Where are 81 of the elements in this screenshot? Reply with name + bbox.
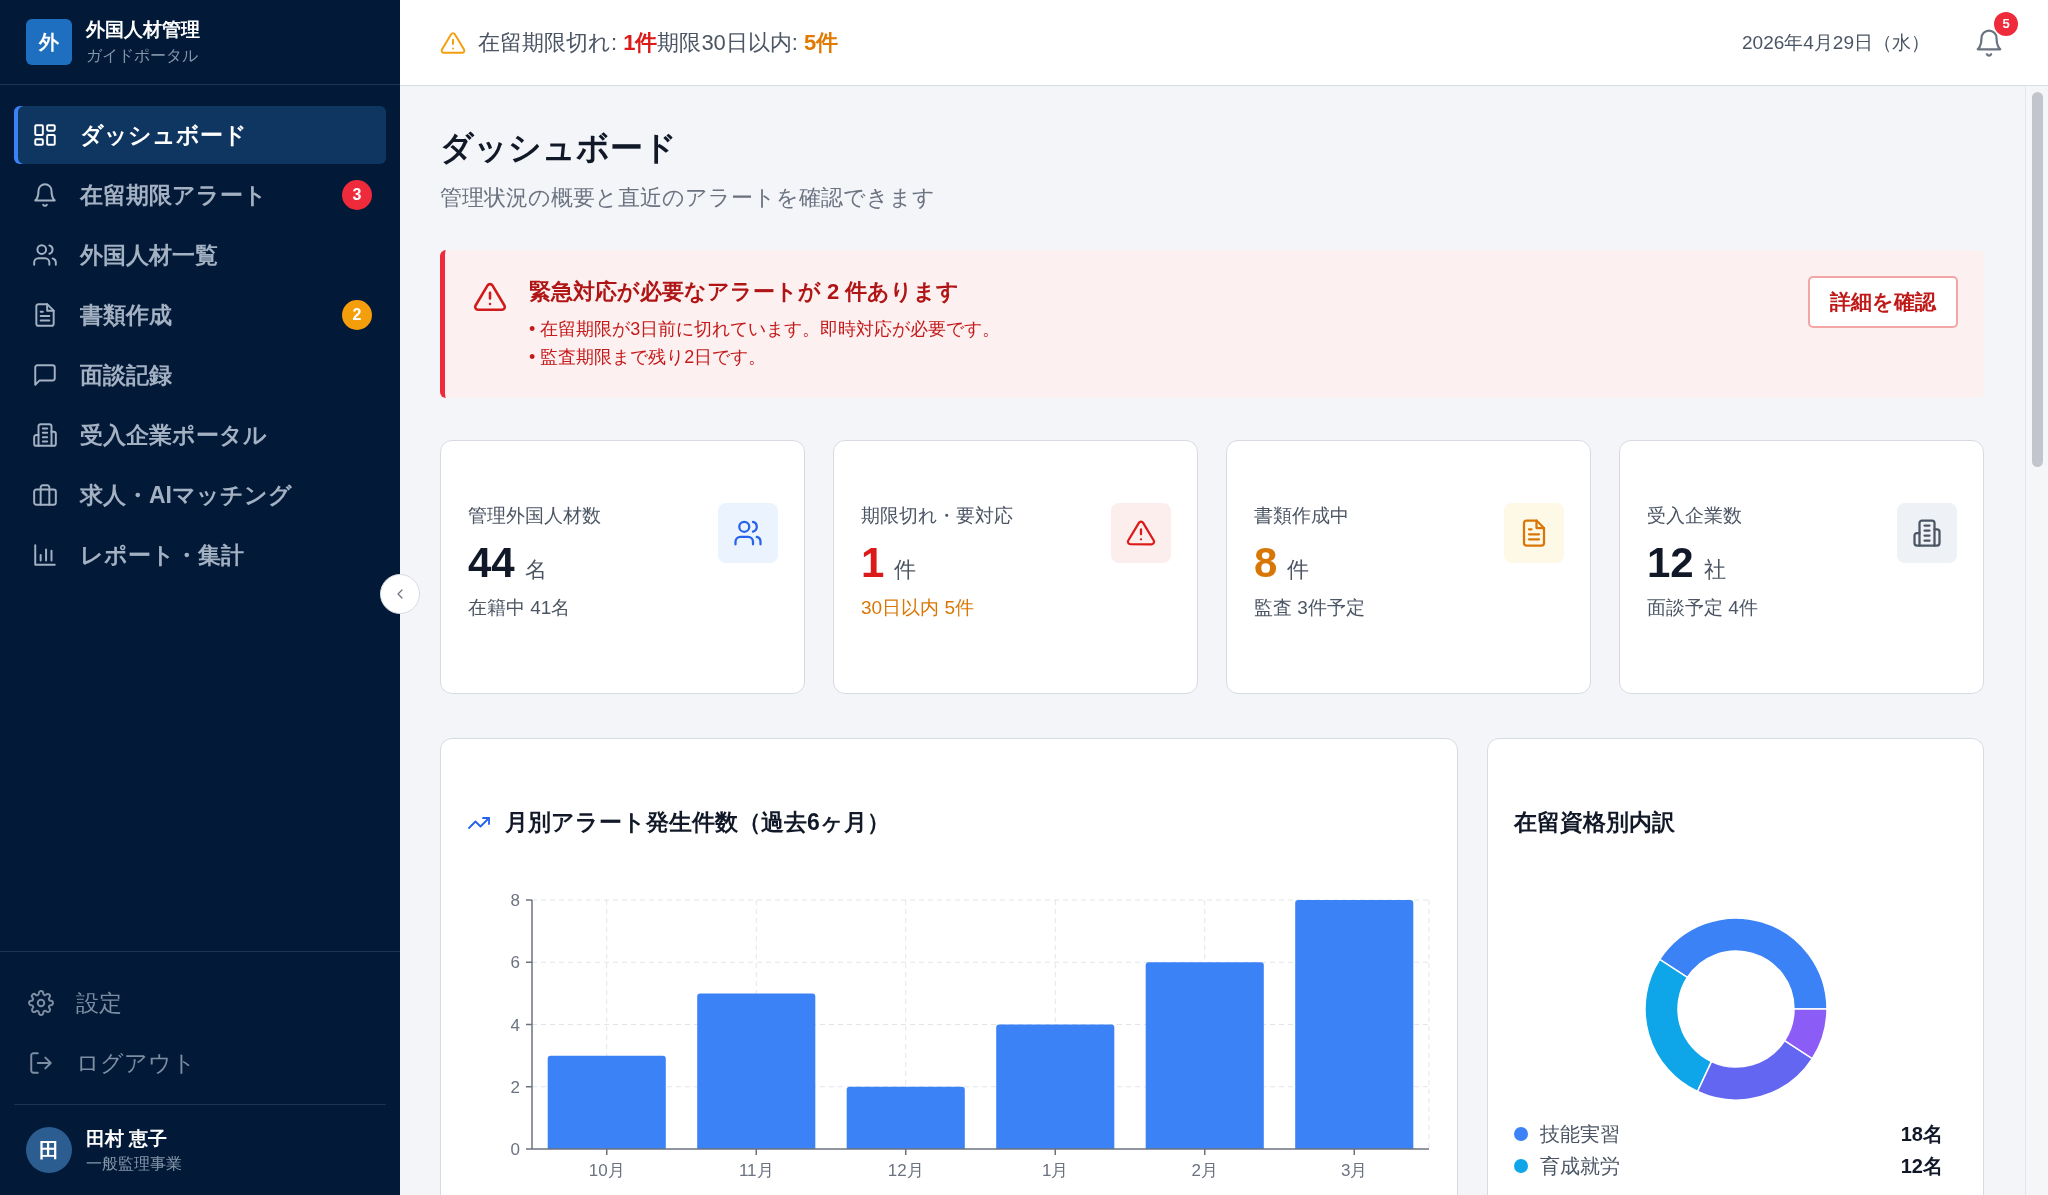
stat-unit: 社 bbox=[1703, 556, 1726, 584]
details-button[interactable]: 詳細を確認 bbox=[1808, 276, 1958, 328]
stat-value: 1 bbox=[861, 539, 885, 587]
nav-item[interactable]: 受入企業ポータル bbox=[14, 406, 386, 464]
axis-label: 12月 bbox=[887, 1161, 924, 1180]
stat-label: 受入企業数 bbox=[1647, 504, 1743, 528]
axis-label: 11月 bbox=[738, 1161, 774, 1180]
stat-label: 期限切れ・要対応 bbox=[861, 504, 1013, 528]
bell-icon bbox=[32, 182, 58, 208]
nav-item[interactable]: 求人・AIマッチング bbox=[14, 466, 386, 524]
status-label: 在留期限切れ: bbox=[478, 28, 618, 57]
nav-item[interactable]: 書類作成 2 bbox=[14, 286, 386, 344]
stat-note: 監査 3件予定 bbox=[1254, 596, 1365, 620]
warning-icon bbox=[1126, 518, 1156, 548]
axis-label: 1月 bbox=[1042, 1161, 1069, 1180]
notification-badge: 5 bbox=[1994, 11, 2018, 36]
stat-unit: 名 bbox=[524, 556, 547, 584]
briefcase-icon bbox=[32, 482, 58, 508]
status-count: 5件 bbox=[803, 28, 839, 57]
user-name: 田村 恵子 bbox=[86, 1126, 169, 1151]
page-title: ダッシュボード bbox=[440, 128, 678, 168]
legend-label: 技能実習 bbox=[1540, 1121, 1621, 1147]
stat-label: 管理外国人材数 bbox=[468, 504, 601, 528]
axis-label: 0 bbox=[510, 1140, 520, 1159]
nav-item[interactable]: 外国人材一覧 bbox=[14, 226, 386, 284]
page-subtitle: 管理状況の概要と直近のアラートを確認できます bbox=[440, 184, 936, 212]
building-icon bbox=[1912, 518, 1942, 548]
user-role: 一般監理事業 bbox=[86, 1153, 182, 1174]
menu-item[interactable]: ログアウト bbox=[14, 1034, 386, 1092]
axis-label: 2 bbox=[510, 1077, 520, 1097]
settings-icon bbox=[28, 990, 54, 1016]
stat-note: 在籍中 41名 bbox=[468, 596, 572, 620]
nav-item[interactable]: 在留期限アラート 3 bbox=[14, 166, 386, 224]
alert-message: • 在留期限が3日前に切れています。即時対応が必要です。 bbox=[529, 318, 1002, 341]
alert-message: • 監査期限まで残り2日です。 bbox=[529, 346, 768, 369]
logout-icon bbox=[28, 1050, 54, 1076]
axis-label: 2月 bbox=[1191, 1161, 1218, 1180]
nav-item[interactable]: 面談記録 bbox=[14, 346, 386, 404]
app-subtitle: ガイドポータル bbox=[86, 46, 199, 66]
chart-title: 月別アラート発生件数（過去6ヶ月） bbox=[505, 808, 890, 837]
legend-value: 18名 bbox=[1900, 1121, 1943, 1147]
document-icon bbox=[32, 302, 58, 328]
nav-item[interactable]: レポート・集計 bbox=[14, 526, 386, 584]
stat-value: 44 bbox=[468, 539, 515, 587]
axis-label: 10月 bbox=[588, 1161, 625, 1180]
stat-unit: 件 bbox=[1287, 556, 1310, 584]
stat-note: 30日以内 5件 bbox=[861, 596, 975, 620]
building-icon bbox=[32, 422, 58, 448]
bar-chart-icon bbox=[32, 542, 58, 568]
stat-value: 8 bbox=[1254, 539, 1278, 587]
axis-label: 3月 bbox=[1341, 1161, 1368, 1180]
avatar: 田 bbox=[26, 1127, 72, 1173]
users-icon bbox=[733, 518, 763, 548]
warning-icon bbox=[473, 280, 507, 314]
axis-label: 4 bbox=[510, 1015, 520, 1035]
status-label: 期限30日以内: bbox=[657, 28, 798, 57]
axis-label: 6 bbox=[510, 953, 520, 973]
grid-icon bbox=[32, 122, 58, 148]
app-title: 外国人材管理 bbox=[86, 18, 200, 42]
users-icon bbox=[32, 242, 58, 268]
chat-icon bbox=[32, 362, 58, 388]
chart-title: 在留資格別内訳 bbox=[1514, 808, 1676, 837]
menu-item[interactable]: 設定 bbox=[14, 974, 386, 1032]
stat-unit: 件 bbox=[894, 556, 917, 584]
legend-value: 12名 bbox=[1900, 1153, 1943, 1179]
status-count: 1件 bbox=[623, 28, 658, 57]
date-text: 2026年4月29日（水） bbox=[1742, 30, 1930, 55]
stat-label: 書類作成中 bbox=[1254, 504, 1350, 528]
warning-icon bbox=[440, 29, 466, 56]
bell-icon bbox=[1974, 27, 2004, 58]
collapse-button[interactable] bbox=[380, 574, 420, 614]
axis-label: 8 bbox=[510, 891, 520, 910]
legend-label: 育成就労 bbox=[1540, 1153, 1621, 1179]
logo: 外 bbox=[26, 19, 72, 65]
scrollbar-thumb[interactable] bbox=[2031, 92, 2043, 467]
count-badge: 3 bbox=[342, 180, 372, 210]
stat-value: 12 bbox=[1647, 539, 1694, 587]
alert-title: 緊急対応が必要なアラートが 2 件あります bbox=[529, 278, 961, 306]
count-badge: 2 bbox=[342, 300, 372, 330]
stat-note: 面談予定 4件 bbox=[1647, 596, 1758, 620]
nav-item[interactable]: ダッシュボード bbox=[14, 106, 386, 164]
